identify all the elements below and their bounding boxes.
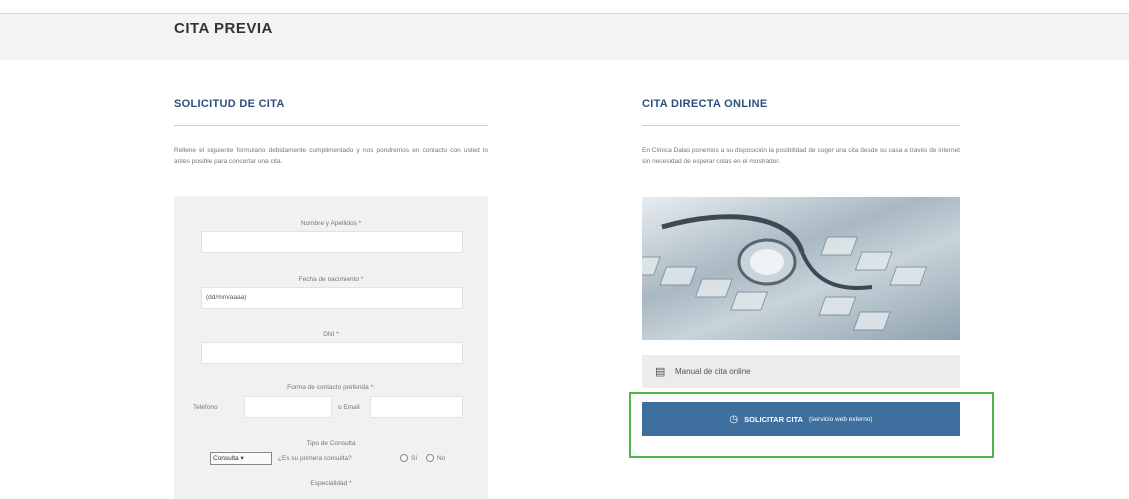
browser-top-strip [0,0,1129,14]
manual-cita-text: Manual de cita online [675,367,751,376]
page-header: CITA PREVIA [0,14,1129,60]
radio-no[interactable] [426,454,434,462]
consult-type-select[interactable]: Consulta ▾ [210,452,272,465]
email-input[interactable] [370,396,463,418]
cita-directa-intro: En Clínica Dalas ponemos a su disposició… [642,147,960,165]
email-label: o Email [338,404,360,411]
radio-no-label: No [437,455,446,462]
stethoscope-illustration [642,214,928,331]
radio-yes[interactable] [400,454,408,462]
appointment-form: Nombre y Apellidos * Fecha de nacimiento… [174,196,488,499]
dob-input[interactable]: (dd/mm/aaaa) [201,287,463,309]
dob-label: Fecha de nacimiento * [298,276,364,283]
manual-cita-link[interactable]: ▤ Manual de cita online [642,355,960,388]
chevron-down-icon: ▾ [240,455,244,462]
consult-type-label: Tipo de Consulta [306,440,356,447]
radio-yes-label: Sí [411,455,418,462]
dni-input[interactable] [201,342,463,364]
solicitar-cita-button[interactable]: ◷ SOLICITAR CITA (servicio web externo) [642,402,960,436]
solicitar-cita-sublabel: (servicio web externo) [809,415,873,423]
contact-label: Forma de contacto preferida *: [287,384,375,391]
solicitud-title: SOLICITUD DE CITA [174,98,285,110]
consult-select-value: Consulta [213,455,239,462]
dni-label: DNI * [323,331,339,338]
cita-directa-title: CITA DIRECTA ONLINE [642,98,768,110]
phone-label: Teléfono [193,404,218,411]
first-visit-question: ¿Es su primera consulta? [278,455,352,462]
page-title: CITA PREVIA [174,20,273,37]
solicitud-intro: Rellene el siguiente formulario debidame… [174,147,488,165]
document-icon: ▤ [655,366,666,378]
name-input[interactable] [201,231,463,253]
name-label: Nombre y Apellidos * [300,220,362,227]
clock-icon: ◷ [729,413,739,425]
cita-directa-divider [642,125,960,126]
solicitud-divider [174,125,488,126]
stethoscope-keyboard-image [642,197,960,340]
phone-input[interactable] [244,396,332,418]
specialty-label: Especialidad * [310,480,352,487]
solicitar-cita-label: SOLICITAR CITA [744,414,804,424]
